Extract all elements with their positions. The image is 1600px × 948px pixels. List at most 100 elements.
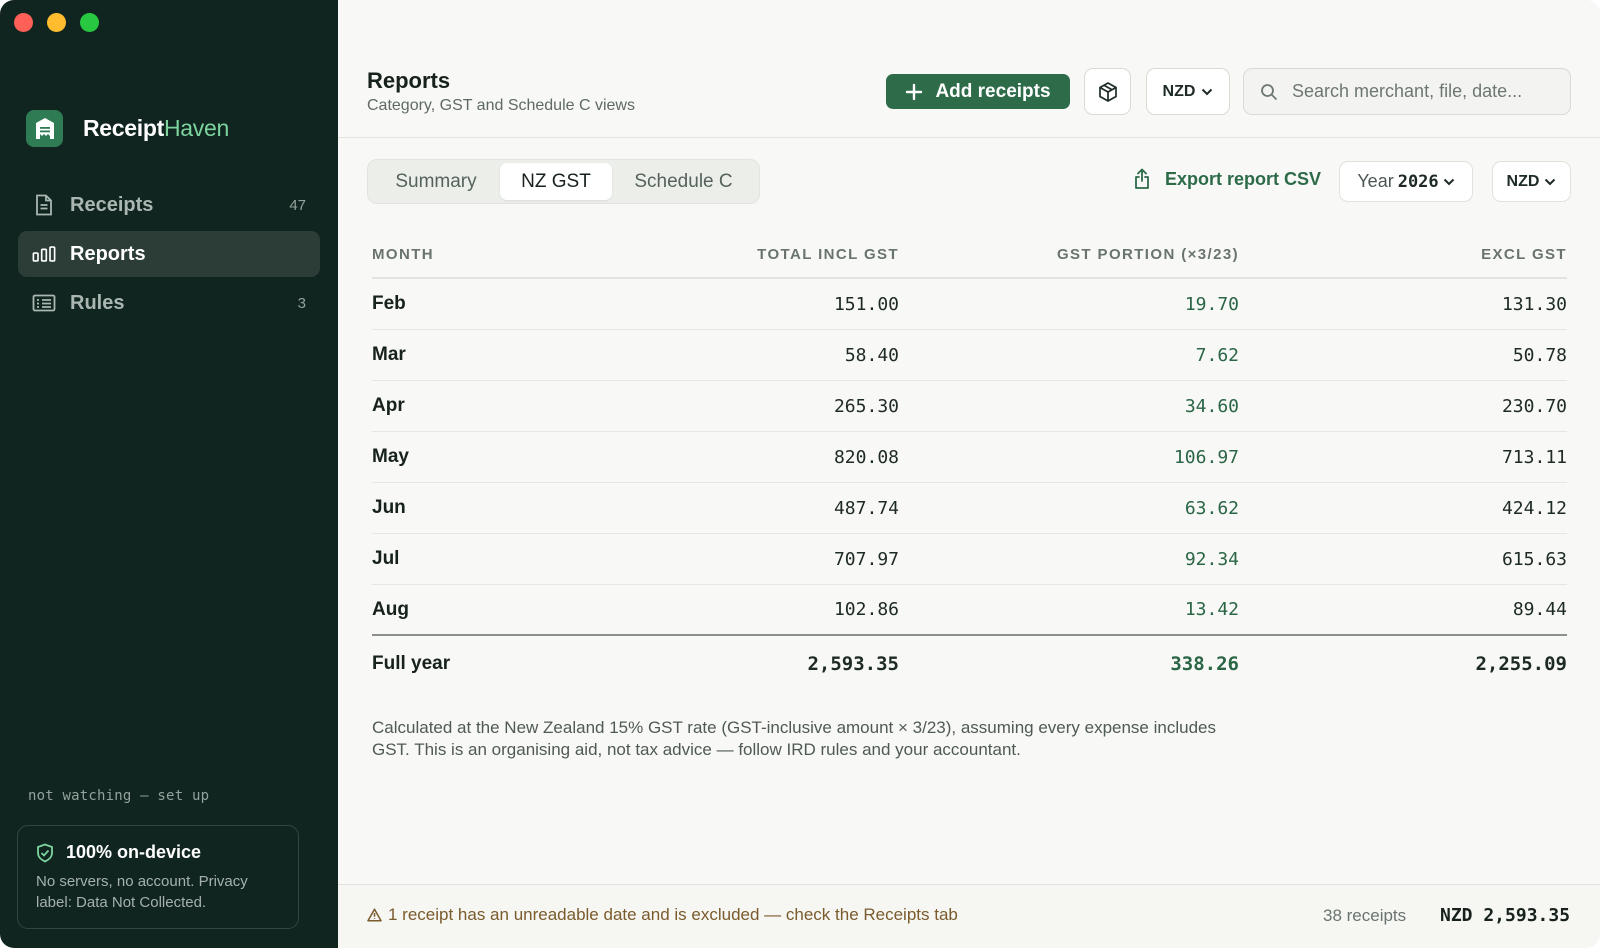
export-csv-label: Export report CSV: [1165, 168, 1322, 189]
privacy-title-text: 100% on-device: [66, 842, 202, 862]
gst-cell: 92.34: [1184, 548, 1239, 570]
sidebar-item-label: Reports: [70, 242, 146, 265]
year-value: 2026: [1397, 171, 1439, 192]
chevron-down-icon: [1443, 178, 1454, 185]
total-cell: 151.00: [833, 293, 899, 315]
sidebar-item-count: 3: [297, 294, 306, 312]
app-logo-icon: [26, 110, 63, 147]
table-row: Jun 487.74 63.62 424.12: [372, 483, 1567, 534]
brand: ReceiptHaven: [26, 110, 229, 147]
plus-icon: [906, 83, 923, 100]
sidebar: ReceiptHaven Receipts 47 Reports Rules 3…: [0, 0, 338, 948]
month-cell: Mar: [372, 344, 406, 365]
currency-select[interactable]: NZD: [1492, 161, 1571, 202]
tab-nz-gst[interactable]: NZ GST: [500, 163, 612, 200]
column-header-excl: EXCL GST: [1481, 246, 1567, 263]
month-cell: Jul: [372, 548, 400, 569]
totals-label: Full year: [372, 653, 451, 674]
privacy-description: No servers, no account. Privacy label: D…: [36, 873, 248, 911]
close-window-button[interactable]: [14, 13, 33, 32]
totals-gst-cell: 338.26: [1170, 653, 1239, 675]
minimize-window-button[interactable]: [47, 13, 66, 32]
search-input[interactable]: [1292, 81, 1552, 102]
totals-row: Full year 2,593.35 338.26 2,255.09: [372, 636, 1567, 692]
excl-cell: 713.11: [1501, 446, 1567, 468]
main-content: Reports Category, GST and Schedule C vie…: [338, 0, 1600, 948]
sidebar-item-label: Rules: [70, 291, 125, 314]
shield-check-icon: [37, 843, 53, 862]
watch-folder-status[interactable]: not watching — set up: [28, 788, 209, 804]
package-button[interactable]: [1084, 68, 1131, 115]
column-header-total: TOTAL INCL GST: [757, 246, 899, 263]
gst-cell: 63.62: [1184, 497, 1239, 519]
privacy-card: 100% on-device No servers, no account. P…: [17, 825, 299, 929]
total-cell: 102.86: [833, 599, 899, 620]
chevron-down-icon: [1545, 178, 1556, 185]
tab-summary[interactable]: Summary: [372, 163, 500, 200]
column-header-month: MONTH: [372, 246, 434, 263]
report-tabs: Summary NZ GST Schedule C: [367, 159, 760, 204]
search-field[interactable]: [1243, 68, 1571, 115]
share-icon: [1135, 168, 1149, 189]
table-row: Jul 707.97 92.34 615.63: [372, 534, 1567, 585]
sidebar-item-label: Receipts: [70, 193, 154, 216]
sidebar-nav: Receipts 47 Reports Rules 3: [18, 182, 320, 329]
add-receipts-label: Add receipts: [935, 80, 1051, 102]
excl-cell: 50.78: [1512, 344, 1567, 366]
zoom-window-button[interactable]: [80, 13, 99, 32]
grand-total: NZD 2,593.35: [1440, 905, 1571, 926]
year-label: Year: [1357, 171, 1394, 191]
search-icon: [1261, 83, 1278, 100]
gst-table: MONTH TOTAL INCL GST GST PORTION (×3/23)…: [372, 232, 1567, 692]
currency-value: NZD: [1162, 82, 1196, 100]
totals-total-cell: 2,593.35: [807, 653, 899, 675]
totals-excl-cell: 2,255.09: [1475, 653, 1567, 675]
excl-cell: 615.63: [1501, 548, 1567, 570]
tab-schedule-c[interactable]: Schedule C: [612, 163, 755, 200]
excl-cell: 230.70: [1501, 395, 1567, 417]
package-icon: [1098, 81, 1117, 102]
table-row: Aug 102.86 13.42 89.44: [372, 585, 1567, 636]
table-header: MONTH TOTAL INCL GST GST PORTION (×3/23)…: [372, 232, 1567, 279]
excl-cell: 131.30: [1501, 293, 1567, 315]
chevron-down-icon: [1202, 88, 1213, 95]
month-cell: Feb: [372, 293, 406, 314]
month-cell: Apr: [372, 395, 405, 416]
excl-cell: 89.44: [1512, 599, 1567, 620]
privacy-title: 100% on-device: [36, 842, 280, 863]
year-select[interactable]: Year 2026: [1339, 161, 1473, 202]
date-warning[interactable]: 1 receipt has an unreadable date and is …: [367, 905, 958, 925]
sidebar-item-receipts[interactable]: Receipts 47: [18, 182, 320, 228]
gst-cell: 13.42: [1184, 599, 1239, 620]
total-cell: 265.30: [833, 395, 899, 417]
window-controls: [14, 13, 99, 32]
gst-cell: 106.97: [1173, 446, 1239, 468]
gst-cell: 19.70: [1184, 293, 1239, 315]
status-bar: 1 receipt has an unreadable date and is …: [338, 884, 1600, 948]
total-cell: 58.40: [844, 344, 899, 366]
month-cell: Jun: [372, 497, 406, 518]
sidebar-item-reports[interactable]: Reports: [18, 231, 320, 277]
sidebar-item-rules[interactable]: Rules 3: [18, 280, 320, 326]
table-row: May 820.08 106.97 713.11: [372, 432, 1567, 483]
total-cell: 707.97: [833, 548, 899, 570]
gst-cell: 34.60: [1184, 395, 1239, 417]
currency-value: NZD: [1506, 172, 1540, 190]
receipt-count: 38 receipts: [1323, 906, 1407, 925]
currency-select-header[interactable]: NZD: [1146, 68, 1230, 115]
page-subtitle: Category, GST and Schedule C views: [367, 97, 635, 114]
total-cell: 487.74: [833, 497, 899, 519]
month-cell: May: [372, 446, 409, 467]
gst-cell: 7.62: [1195, 344, 1239, 366]
export-csv-button[interactable]: Export report CSV: [1133, 168, 1321, 190]
total-cell: 820.08: [833, 446, 899, 468]
app-window: ReceiptHaven Receipts 47 Reports Rules 3…: [0, 0, 1600, 948]
document-icon: [32, 193, 56, 217]
app-name: ReceiptHaven: [83, 115, 229, 142]
date-warning-text: 1 receipt has an unreadable date and is …: [388, 905, 958, 924]
table-row: Apr 265.30 34.60 230.70: [372, 381, 1567, 432]
list-icon: [32, 291, 56, 315]
add-receipts-button[interactable]: Add receipts: [886, 74, 1070, 109]
excl-cell: 424.12: [1501, 497, 1567, 519]
column-header-gst: GST PORTION (×3/23): [1056, 246, 1239, 263]
